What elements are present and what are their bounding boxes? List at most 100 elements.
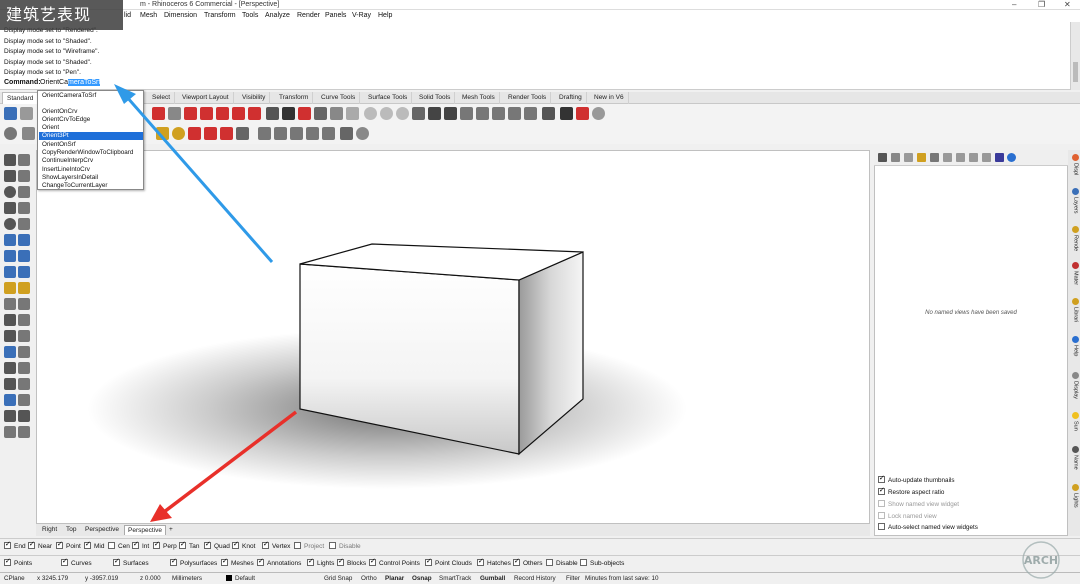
delete-icon[interactable] — [904, 153, 913, 162]
new-file-icon[interactable] — [4, 107, 17, 120]
filter-annotations[interactable]: Annotations — [257, 557, 301, 567]
brush-icon[interactable] — [346, 107, 359, 120]
tab-solid-tools[interactable]: Solid Tools — [415, 92, 456, 104]
menu-dimension[interactable]: Dimension — [164, 12, 197, 19]
clock-icon[interactable] — [592, 107, 605, 120]
history-scrollbar[interactable] — [1070, 22, 1080, 90]
autocomplete-item[interactable]: CopyRenderWindowToClipboard — [41, 149, 141, 157]
tool-icon[interactable] — [18, 362, 30, 374]
panel-tab-display-2[interactable]: Display — [1069, 372, 1079, 399]
rectangle-icon[interactable] — [18, 202, 30, 214]
red-tool-icon[interactable] — [188, 127, 201, 140]
curve-icon[interactable] — [18, 170, 30, 182]
filter-control-points[interactable]: Control Points — [369, 557, 420, 567]
help-icon[interactable] — [1007, 153, 1016, 162]
checkbox[interactable] — [878, 486, 885, 495]
autocomplete-item[interactable]: OrientOnCrv — [41, 108, 141, 116]
mesh-icon[interactable] — [4, 266, 16, 278]
menu-mesh[interactable]: Mesh — [140, 12, 157, 19]
osnap-vertex[interactable]: Vertex — [262, 540, 290, 550]
ortho-toggle[interactable]: Ortho — [361, 575, 377, 582]
box-icon[interactable] — [322, 127, 335, 140]
autocomplete-item[interactable]: ContinueInterpCrv — [41, 157, 141, 165]
tool-icon[interactable] — [444, 107, 457, 120]
osnap-disable[interactable]: Disable — [329, 542, 361, 550]
pointer-icon[interactable] — [930, 153, 939, 162]
panel-tab-rendering[interactable]: Rende — [1069, 226, 1079, 251]
tab-visibility[interactable]: Visibility — [238, 92, 271, 104]
tool-icon[interactable] — [22, 127, 35, 140]
check-icon[interactable] — [4, 127, 17, 140]
menu-vray[interactable]: V-Ray — [352, 12, 371, 19]
layer-icon[interactable] — [314, 107, 327, 120]
checkbox[interactable] — [878, 523, 885, 530]
target-icon[interactable] — [380, 107, 393, 120]
tool-icon[interactable] — [956, 153, 965, 162]
autocomplete-item[interactable]: ShowLayersInDetail — [41, 174, 141, 182]
tool-icon[interactable] — [340, 127, 353, 140]
save-view-icon[interactable] — [878, 153, 887, 162]
filter-sub-objects[interactable]: Sub-objects — [580, 559, 624, 567]
filter-points[interactable]: Points — [4, 557, 32, 567]
tab-transform[interactable]: Transform — [275, 92, 314, 104]
red-tool-icon[interactable] — [184, 107, 197, 120]
solid-icon[interactable] — [4, 250, 16, 262]
panel-tab-lights[interactable]: Lights — [1069, 484, 1079, 508]
filter-surfaces[interactable]: Surfaces — [113, 557, 149, 567]
red-tool-icon[interactable] — [220, 127, 233, 140]
tool-icon[interactable] — [18, 346, 30, 358]
tab-standard[interactable]: Standard — [2, 92, 39, 104]
tool-icon[interactable] — [412, 107, 425, 120]
checkbox[interactable] — [878, 474, 885, 483]
filter-polysurfaces[interactable]: Polysurfaces — [170, 557, 217, 567]
tab-curve-tools[interactable]: Curve Tools — [317, 92, 361, 104]
maximize-icon[interactable]: ❐ — [1038, 0, 1045, 9]
osnap-end[interactable]: End — [4, 540, 26, 550]
tool-icon[interactable] — [4, 394, 16, 406]
tool-icon[interactable] — [4, 410, 16, 422]
viewport-tab-top[interactable]: Top — [63, 525, 79, 535]
tool-icon[interactable] — [524, 107, 537, 120]
tool-icon[interactable] — [356, 127, 369, 140]
circle-icon[interactable] — [4, 186, 16, 198]
menu-panels[interactable]: Panels — [325, 12, 346, 19]
box-icon[interactable] — [290, 127, 303, 140]
tool-icon[interactable] — [4, 362, 16, 374]
filter-disable[interactable]: Disable — [546, 559, 578, 567]
tool-icon[interactable] — [18, 314, 30, 326]
red-tool-icon[interactable] — [152, 107, 165, 120]
tool-icon[interactable] — [995, 153, 1004, 162]
viewport-tab-right[interactable]: Right — [39, 525, 60, 535]
light-icon[interactable] — [4, 282, 16, 294]
tool-icon[interactable] — [4, 202, 16, 214]
menu-transform[interactable]: Transform — [204, 12, 236, 19]
tool-icon[interactable] — [4, 298, 16, 310]
autocomplete-item[interactable]: OrientCrvToEdge — [41, 116, 141, 124]
tool-icon[interactable] — [18, 394, 30, 406]
tool-icon[interactable] — [4, 426, 16, 438]
eye-icon[interactable] — [982, 153, 991, 162]
add-viewport-tab-button[interactable]: + — [166, 525, 176, 535]
autocomplete-item[interactable]: OrientOnSrf — [41, 141, 141, 149]
menu-render[interactable]: Render — [297, 12, 320, 19]
osnap-knot[interactable]: Knot — [232, 540, 255, 550]
red-tool-icon[interactable] — [200, 107, 213, 120]
osnap-int[interactable]: Int — [132, 540, 149, 550]
filter-meshes[interactable]: Meshes — [221, 557, 254, 567]
osnap-quad[interactable]: Quad — [204, 540, 230, 550]
surface-icon[interactable] — [4, 234, 16, 246]
red-tool-icon[interactable] — [298, 107, 311, 120]
panel-tab-sun[interactable]: Sun — [1069, 412, 1079, 431]
box-icon[interactable] — [306, 127, 319, 140]
filter-blocks[interactable]: Blocks — [337, 557, 366, 567]
gumball-toggle[interactable]: Gumball — [480, 575, 505, 582]
polygon-icon[interactable] — [18, 218, 30, 230]
tool-icon[interactable] — [4, 330, 16, 342]
osnap-near[interactable]: Near — [28, 540, 52, 550]
tool-icon[interactable] — [18, 330, 30, 342]
filter-curves[interactable]: Curves — [61, 557, 92, 567]
select-icon[interactable] — [4, 154, 16, 166]
panel-tab-layers[interactable]: Layers — [1069, 188, 1079, 214]
panel-tab-materials[interactable]: Mater — [1069, 262, 1079, 285]
menu-tools[interactable]: Tools — [242, 12, 258, 19]
